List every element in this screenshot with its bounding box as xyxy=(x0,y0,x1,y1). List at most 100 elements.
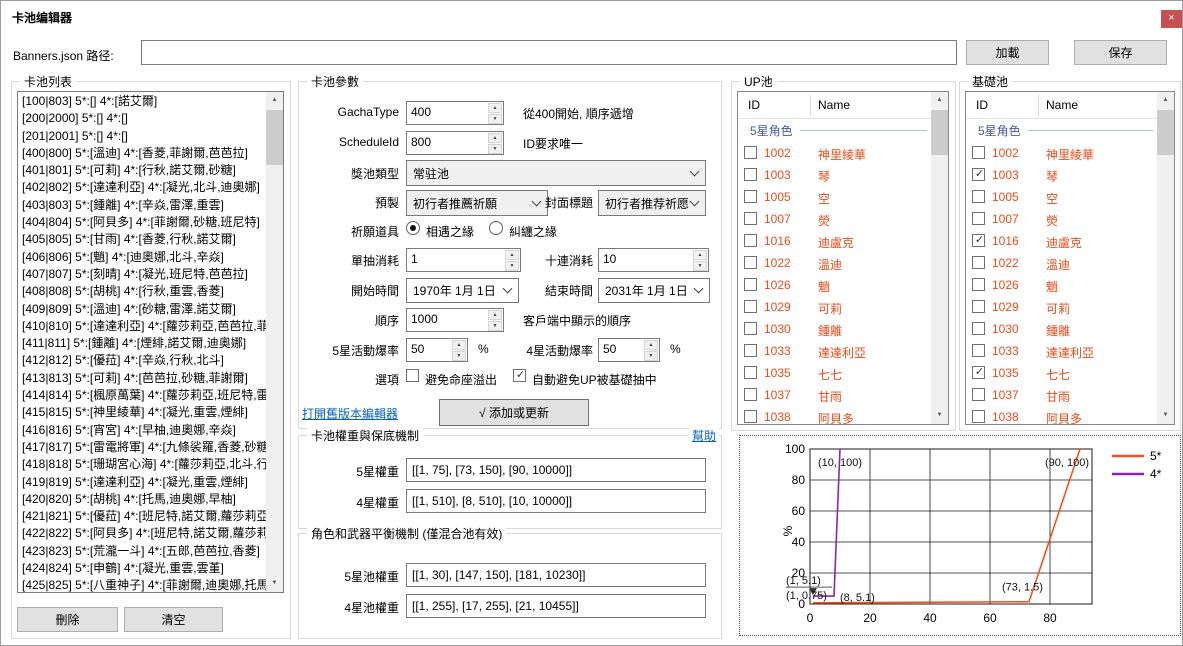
pool-row-1022[interactable]: 1022溫迪 xyxy=(738,252,931,274)
pool-list-item[interactable]: [424|824] 5*:[申鶴] 4*:[凝光,重雲,雲堇] xyxy=(18,560,266,577)
pool-list-item[interactable]: [407|807] 5*:[刻晴] 4*:[凝光,班尼特,芭芭拉] xyxy=(18,266,266,283)
pool-list-item[interactable]: [200|2000] 5*:[] 4*:[] xyxy=(18,110,266,127)
start-time-picker[interactable]: 1970年 1月 1日 xyxy=(406,278,519,303)
ten-cost-spinner[interactable]: 10 ▲▼ xyxy=(598,248,709,272)
scroll-up-icon[interactable]: ▲ xyxy=(931,92,948,109)
pool-list-item[interactable]: [418|818] 5*:[珊瑚宮心海] 4*:[蘿莎莉亞,北斗,行秋] xyxy=(18,456,266,473)
pool-list-item[interactable]: [410|810] 5*:[達達利亞] 4*:[蘿莎莉亞,芭芭拉,菲謝爾] xyxy=(18,318,266,335)
pool-list-item[interactable]: [421|821] 5*:[優菈] 4*:[班尼特,諾艾爾,蘿莎莉亞] xyxy=(18,508,266,525)
pool-row-1002[interactable]: 1002神里綾華 xyxy=(738,142,931,164)
pool-list-item[interactable]: [411|811] 5*:[鍾離] 4*:[煙緋,諾艾爾,迪奧娜] xyxy=(18,335,266,352)
pool-list-item[interactable]: [417|817] 5*:[雷電將軍] 4*:[九條裟羅,香菱,砂糖] xyxy=(18,439,266,456)
rate4-spinner[interactable]: 50 ▲▼ xyxy=(598,338,660,362)
scroll-down-icon[interactable]: ▼ xyxy=(266,575,283,592)
up-pool-scrollbar[interactable]: ▲ ▼ xyxy=(931,92,948,424)
scrollbar-thumb[interactable] xyxy=(931,110,948,155)
pool-list-item[interactable]: [404|804] 5*:[阿貝多] 4*:[菲謝爾,砂糖,班尼特] xyxy=(18,214,266,231)
row-checkbox[interactable] xyxy=(972,388,985,401)
pool-list-item[interactable]: [423|823] 5*:[荒瀧一斗] 4*:[五郎,芭芭拉,香菱] xyxy=(18,543,266,560)
help-link[interactable]: 幫助 xyxy=(689,427,719,444)
row-checkbox[interactable] xyxy=(744,190,757,203)
pool-weight5-input[interactable] xyxy=(406,563,706,587)
clear-button[interactable]: 清空 xyxy=(124,607,223,632)
scrollbar-thumb[interactable] xyxy=(266,110,283,165)
pool-listbox[interactable]: [100|803] 5*:[] 4*:[諾艾爾][200|2000] 5*:[]… xyxy=(17,91,284,593)
pool-list-item[interactable]: [425|825] 5*:[八重神子] 4*:[菲謝爾,迪奧娜,托馬] xyxy=(18,577,266,592)
cover-title-select[interactable]: 初行者推荐祈愿 xyxy=(598,190,706,216)
pool-list-item[interactable]: [400|800] 5*:[溫迪] 4*:[香菱,菲謝爾,芭芭拉] xyxy=(18,145,266,162)
column-id[interactable]: ID xyxy=(748,98,760,112)
weight5-input[interactable] xyxy=(406,458,706,482)
pool-list-item[interactable]: [414|814] 5*:[楓原萬葉] 4*:[蘿莎莉亞,班尼特,雷澤] xyxy=(18,387,266,404)
pool-row-1016[interactable]: 1016迪盧克 xyxy=(738,230,931,252)
pool-list-item[interactable]: [422|822] 5*:[阿貝多] 4*:[班尼特,諾艾爾,蘿莎莉亞] xyxy=(18,525,266,542)
close-button[interactable]: × xyxy=(1161,10,1182,28)
pool-row-1029[interactable]: 1029可莉 xyxy=(966,296,1157,318)
pool-list-item[interactable]: [415|815] 5*:[神里綾華] 4*:[凝光,重雲,煙緋] xyxy=(18,404,266,421)
pool-list-scrollbar[interactable]: ▲ ▼ xyxy=(266,92,283,592)
rate4-value[interactable]: 50 xyxy=(599,339,644,361)
end-time-picker[interactable]: 2031年 1月 1日 xyxy=(598,278,710,303)
row-checkbox[interactable] xyxy=(972,300,985,313)
radio-acquaint-fate[interactable] xyxy=(406,221,420,235)
row-checkbox[interactable] xyxy=(744,146,757,159)
pool-list-item[interactable]: [403|803] 5*:[鍾離] 4*:[辛焱,雷澤,重雲] xyxy=(18,197,266,214)
avoid-up-in-base-checkbox[interactable] xyxy=(513,369,526,382)
pool-row-1026[interactable]: 1026魈 xyxy=(738,274,931,296)
add-update-button[interactable]: √ 添加或更新 xyxy=(439,399,589,426)
up-pool-table[interactable]: ID Name 5星角色1002神里綾華1003琴1005空1007熒1016迪… xyxy=(737,91,949,425)
pool-row-1007[interactable]: 1007熒 xyxy=(738,208,931,230)
row-checkbox[interactable] xyxy=(744,366,757,379)
down-arrow-icon[interactable]: ▼ xyxy=(452,351,466,361)
scheduleid-value[interactable]: 800 xyxy=(407,132,488,154)
pool-row-1038[interactable]: 1038阿貝多 xyxy=(738,406,931,424)
column-id[interactable]: ID xyxy=(976,98,988,112)
down-arrow-icon[interactable]: ▼ xyxy=(693,261,707,271)
row-checkbox[interactable] xyxy=(972,410,985,423)
row-checkbox[interactable] xyxy=(744,278,757,291)
scheduleid-spinner[interactable]: 800 ▲▼ xyxy=(406,131,504,155)
weight4-input[interactable] xyxy=(406,489,706,513)
row-checkbox[interactable] xyxy=(744,212,757,225)
pool-row-1007[interactable]: 1007熒 xyxy=(966,208,1157,230)
row-checkbox[interactable] xyxy=(972,212,985,225)
pool-list-item[interactable]: [100|803] 5*:[] 4*:[諾艾爾] xyxy=(18,93,266,110)
gachatype-spinner[interactable]: 400 ▲▼ xyxy=(406,101,504,125)
save-button[interactable]: 保存 xyxy=(1074,40,1167,65)
row-checkbox[interactable] xyxy=(744,410,757,423)
pool-row-1037[interactable]: 1037甘雨 xyxy=(738,384,931,406)
pool-row-1026[interactable]: 1026魈 xyxy=(966,274,1157,296)
pool-row-1035[interactable]: 1035七七 xyxy=(738,362,931,384)
up-arrow-icon[interactable]: ▲ xyxy=(644,340,658,350)
up-arrow-icon[interactable]: ▲ xyxy=(693,250,707,260)
pool-row-1002[interactable]: 1002神里綾華 xyxy=(966,142,1157,164)
pool-list-item[interactable]: [413|813] 5*:[可莉] 4*:[芭芭拉,砂糖,菲謝爾] xyxy=(18,370,266,387)
pool-row-1029[interactable]: 1029可莉 xyxy=(738,296,931,318)
gachatype-value[interactable]: 400 xyxy=(407,102,488,124)
scroll-down-icon[interactable]: ▼ xyxy=(931,407,948,424)
base-pool-table[interactable]: ID Name 5星角色1002神里綾華1003琴1005空1007熒1016迪… xyxy=(965,91,1175,425)
pool-type-select[interactable]: 常驻池 xyxy=(406,160,706,186)
pool-row-1030[interactable]: 1030鍾離 xyxy=(966,318,1157,340)
row-checkbox[interactable] xyxy=(972,234,985,247)
up-arrow-icon[interactable]: ▲ xyxy=(488,310,502,320)
down-arrow-icon[interactable]: ▼ xyxy=(644,351,658,361)
pool-list-item[interactable]: [416|816] 5*:[宵宮] 4*:[早柚,迪奧娜,辛焱] xyxy=(18,422,266,439)
row-checkbox[interactable] xyxy=(744,234,757,247)
pool-row-1030[interactable]: 1030鍾離 xyxy=(738,318,931,340)
pool-list-item[interactable]: [402|802] 5*:[達達利亞] 4*:[凝光,北斗,迪奧娜] xyxy=(18,179,266,196)
row-checkbox[interactable] xyxy=(744,168,757,181)
order-spinner[interactable]: 1000 ▲▼ xyxy=(406,308,504,332)
down-arrow-icon[interactable]: ▼ xyxy=(488,144,502,154)
row-checkbox[interactable] xyxy=(972,190,985,203)
radio-intertwined-fate[interactable] xyxy=(489,221,503,235)
down-arrow-icon[interactable]: ▼ xyxy=(488,321,502,331)
rate5-value[interactable]: 50 xyxy=(407,339,452,361)
pool-list-item[interactable]: [412|812] 5*:[優菈] 4*:[辛焱,行秋,北斗] xyxy=(18,352,266,369)
row-checkbox[interactable] xyxy=(744,322,757,335)
pool-row-1003[interactable]: 1003琴 xyxy=(966,164,1157,186)
ten-cost-value[interactable]: 10 xyxy=(599,249,693,271)
pool-list-item[interactable]: [419|819] 5*:[達達利亞] 4*:[凝光,重雲,煙緋] xyxy=(18,474,266,491)
avoid-constellation-overflow-checkbox[interactable] xyxy=(406,369,419,382)
row-checkbox[interactable] xyxy=(744,344,757,357)
